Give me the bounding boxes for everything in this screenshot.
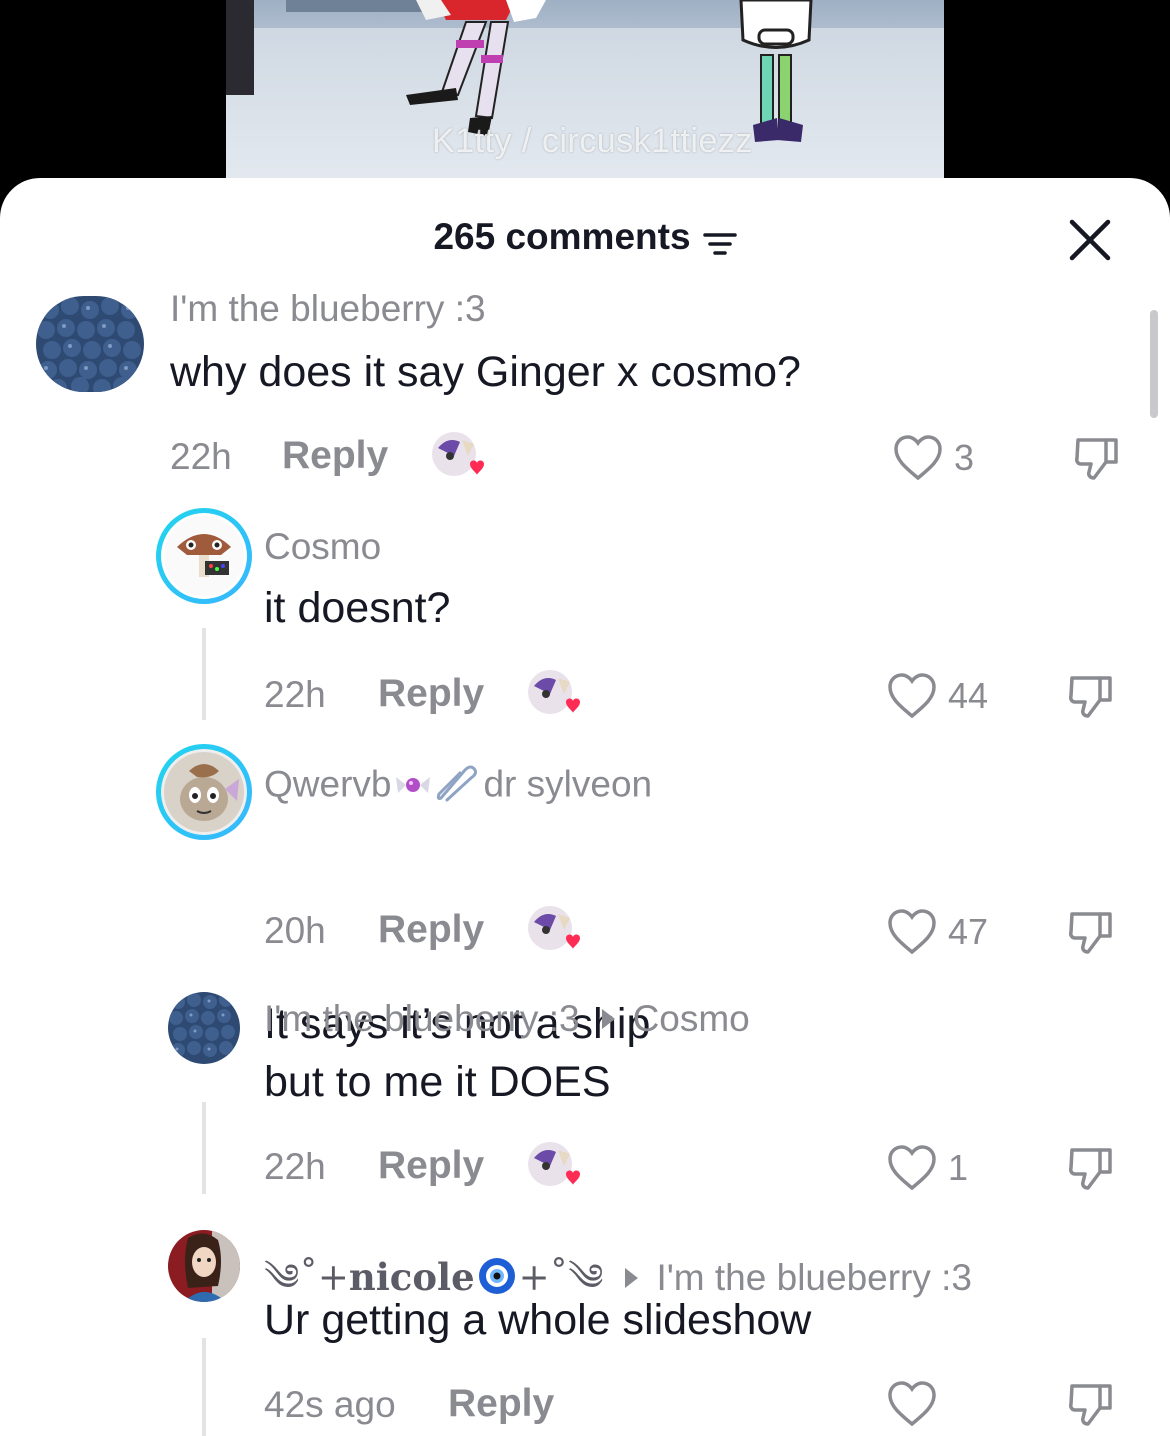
like-button[interactable] (886, 1380, 948, 1428)
reply-to-arrow-icon (625, 1268, 639, 1289)
username-decoration-suffix: +˚༄ (518, 1256, 604, 1299)
reply-button[interactable]: Reply (448, 1382, 554, 1426)
comment-item: ༄˚+nicole +˚༄ I'm the blueberry :3 Ur gett… (0, 178, 1170, 1436)
thumbs-down-icon (1069, 1384, 1112, 1426)
video-floor (226, 28, 944, 200)
video-watermark: K1tty / circusk1ttiezz (432, 122, 753, 160)
username-decoration-prefix: ༄˚+ (264, 1256, 349, 1299)
heart-icon (888, 1381, 936, 1427)
video-player[interactable]: K1tty / circusk1ttiezz (0, 0, 1170, 200)
video-dark-object (226, 0, 254, 95)
comment-time: 42s ago (264, 1384, 396, 1425)
video-frame: K1tty / circusk1ttiezz (226, 0, 944, 200)
comment-text: Ur getting a whole slideshow (264, 1296, 812, 1344)
avatar[interactable] (168, 1230, 240, 1302)
comments-sheet: 265 comments I'm the blueberry:3 why do… (0, 178, 1170, 1436)
comment-username-main: nicole (348, 1255, 475, 1299)
reply-to-username[interactable]: I'm the blueberry :3 (656, 1257, 972, 1298)
dislike-button[interactable] (1066, 1378, 1116, 1428)
